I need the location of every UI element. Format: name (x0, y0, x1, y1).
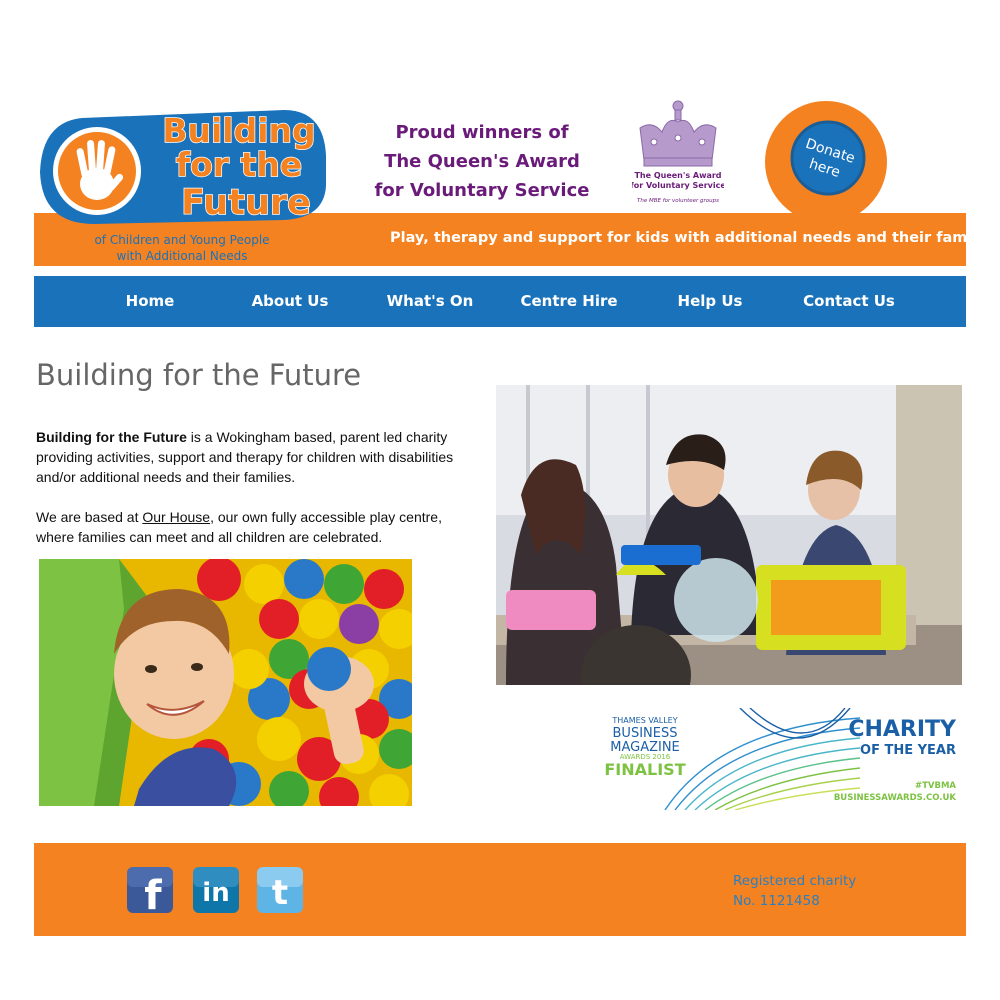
site-logo[interactable]: Building for the Future of Children and … (34, 96, 334, 268)
banner-title1: CHARITY (848, 717, 957, 742)
intro-org-name: Building for the Future (36, 429, 187, 445)
play-session-photo (496, 385, 962, 685)
banner-org1: THAMES VALLEY (611, 716, 677, 725)
banner-org2: BUSINESS (613, 726, 678, 741)
nav-help-us[interactable]: Help Us (660, 276, 760, 327)
nav-whats-on[interactable]: What's On (375, 276, 485, 327)
twitter-glyph: t (272, 873, 288, 913)
linkedin-glyph: in (202, 878, 229, 908)
banner-title2: OF THE YEAR (860, 743, 956, 758)
banner-hashtag: #TVBMA (915, 781, 956, 791)
facebook-glyph: f (144, 873, 162, 913)
intro-text: Building for the Future is a Wokingham b… (36, 427, 476, 567)
badge-line3: The MBE for volunteer groups (637, 198, 719, 204)
badge-line2: for Voluntary Service (632, 181, 724, 190)
badge-line1: The Queen's Award (634, 171, 721, 180)
nav-about-us[interactable]: About Us (240, 276, 340, 327)
facebook-icon[interactable]: f (127, 867, 173, 919)
linkedin-icon[interactable]: in (193, 867, 239, 913)
queens-award-badge: The Queen's Award for Voluntary Service … (630, 98, 726, 210)
our-house-link[interactable]: Our House (142, 509, 210, 525)
logo-line2: for the (176, 145, 302, 184)
donate-button[interactable]: Donate here (764, 100, 888, 224)
nav-contact-us[interactable]: Contact Us (794, 276, 904, 327)
nav-centre-hire[interactable]: Centre Hire (514, 276, 624, 327)
page-title: Building for the Future (36, 358, 362, 392)
tagline: Play, therapy and support for kids with … (390, 230, 1000, 246)
award-line1: Proud winners of (395, 122, 569, 143)
banner-status: FINALIST (604, 760, 685, 779)
logo-sub2: with Additional Needs (117, 249, 248, 263)
award-line2: The Queen's Award (384, 151, 580, 172)
main-navigation: Home About Us What's On Centre Hire Help… (34, 276, 966, 327)
banner-site: BUSINESSAWARDS.CO.UK (834, 793, 957, 803)
crown-icon (639, 100, 717, 167)
registered-charity: Registered charity No. 1121458 (733, 871, 856, 911)
nav-home[interactable]: Home (100, 276, 200, 327)
logo-sub1: of Children and Young People (94, 233, 269, 247)
intro-paragraph-2: We are based at Our House, our own fully… (36, 507, 476, 547)
award-line3: for Voluntary Service (374, 180, 590, 201)
reg-line2: No. 1121458 (733, 893, 820, 909)
intro-paragraph-1: Building for the Future is a Wokingham b… (36, 427, 476, 487)
charity-of-the-year-banner[interactable]: THAMES VALLEY BUSINESS MAGAZINE AWARDS 2… (600, 708, 962, 810)
ball-pit-photo (39, 559, 412, 806)
logo-line3: Future (181, 183, 311, 223)
queens-award-text: Proud winners of The Queen's Award for V… (372, 118, 592, 205)
reg-line1: Registered charity (733, 873, 857, 889)
twitter-icon[interactable]: t (257, 867, 303, 913)
para2-start: We are based at (36, 509, 143, 525)
